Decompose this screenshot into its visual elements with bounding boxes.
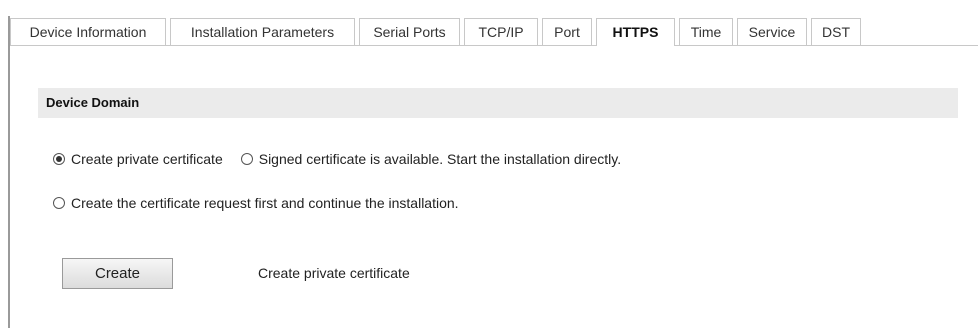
certificate-options-row-1: Create private certificate Signed certif… xyxy=(53,150,639,168)
create-button[interactable]: Create xyxy=(62,258,173,289)
tab-bar: Device Information Installation Paramete… xyxy=(10,18,978,46)
option-request-first-label: Create the certificate request first and… xyxy=(71,195,459,211)
option-signed-available[interactable]: Signed certificate is available. Start t… xyxy=(240,151,622,167)
tab-dst[interactable]: DST xyxy=(811,18,861,45)
radio-signed-available[interactable] xyxy=(240,153,253,165)
option-create-private[interactable]: Create private certificate xyxy=(53,151,223,167)
option-request-first[interactable]: Create the certificate request first and… xyxy=(53,195,459,211)
tab-installation-parameters[interactable]: Installation Parameters xyxy=(170,18,355,45)
tab-service[interactable]: Service xyxy=(737,18,807,45)
radio-request-first[interactable] xyxy=(53,197,65,209)
radio-create-private[interactable] xyxy=(53,153,65,165)
tab-device-information[interactable]: Device Information xyxy=(10,18,166,45)
option-signed-available-label: Signed certificate is available. Start t… xyxy=(258,151,622,167)
tab-serial-ports[interactable]: Serial Ports xyxy=(359,18,460,45)
create-description: Create private certificate xyxy=(258,265,410,281)
tab-https[interactable]: HTTPS xyxy=(596,18,675,46)
tab-port[interactable]: Port xyxy=(542,18,592,45)
tab-tcpip[interactable]: TCP/IP xyxy=(464,18,538,45)
certificate-options-row-2: Create the certificate request first and… xyxy=(53,194,477,212)
section-header-device-domain: Device Domain xyxy=(38,88,958,118)
option-create-private-label: Create private certificate xyxy=(71,151,223,167)
tab-time[interactable]: Time xyxy=(679,18,733,45)
